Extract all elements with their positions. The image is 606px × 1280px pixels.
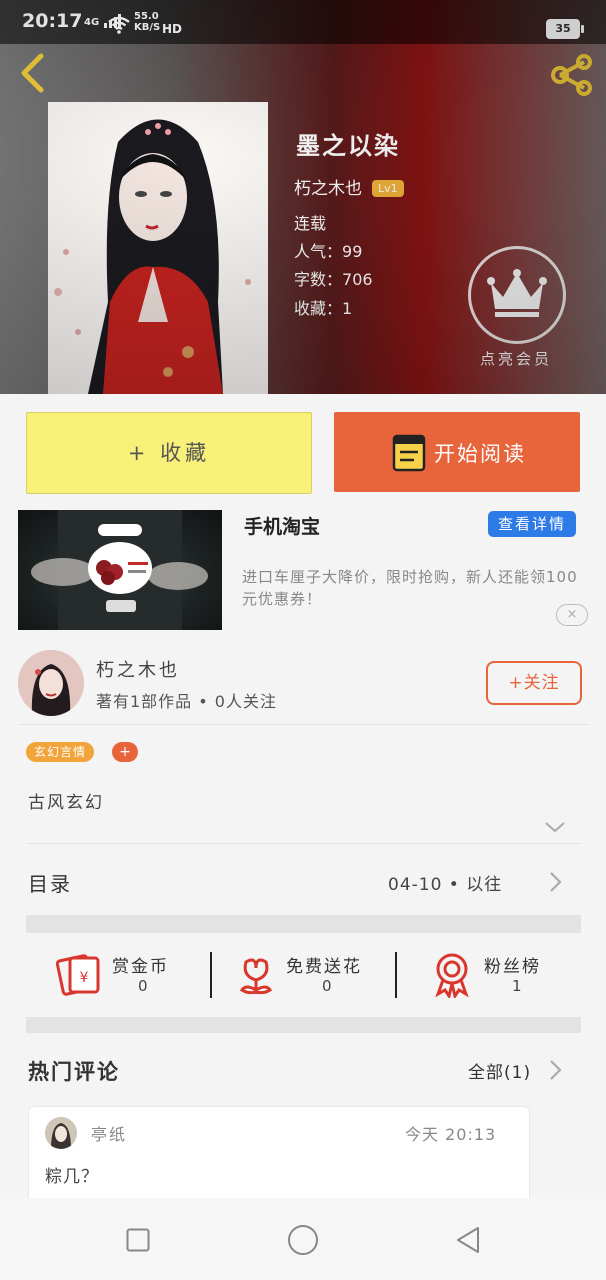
- toc-label[interactable]: 目录: [28, 868, 72, 897]
- author-avatar-image: [18, 650, 84, 716]
- reward-coins-stat[interactable]: ¥ 赏金币 0: [56, 952, 236, 1002]
- vip-button[interactable]: [468, 246, 566, 344]
- start-reading-button[interactable]: 开始阅读: [334, 412, 580, 492]
- level-badge: Lv1: [372, 180, 404, 197]
- status-bar: 20:17 4G 55.0 KB/S HD 35: [0, 0, 606, 44]
- back-icon[interactable]: [16, 52, 48, 94]
- share-icon[interactable]: [548, 54, 596, 96]
- comment-time: 今天 20:13: [405, 1125, 497, 1144]
- follow-button[interactable]: +关注: [486, 661, 582, 705]
- collections-stat: 收藏：1: [294, 295, 352, 319]
- commenter-avatar-image: [45, 1117, 77, 1149]
- vip-label[interactable]: 点亮会员: [480, 348, 552, 369]
- medal-icon: [435, 953, 469, 998]
- network-speed: 55.0 KB/S: [134, 11, 160, 33]
- book-icon: [392, 434, 426, 472]
- recent-apps-icon[interactable]: [126, 1228, 150, 1252]
- reward-coins-value: 0: [138, 977, 148, 995]
- book-header: 20:17 4G 55.0 KB/S HD 35 墨之以染 朽之木也 Lv1 连…: [0, 0, 606, 394]
- free-flower-label: 免费送花: [286, 957, 362, 977]
- chevron-down-icon[interactable]: [544, 820, 566, 834]
- collections-value: 1: [342, 299, 353, 318]
- ad-close-button[interactable]: ×: [556, 604, 588, 626]
- collections-label: 收藏：: [294, 299, 343, 318]
- ad-illustration: [31, 510, 208, 630]
- toc-date[interactable]: 04-10 • 以往: [388, 870, 502, 895]
- book-cover-illustration: [48, 102, 268, 394]
- wifi-icon: [108, 16, 130, 34]
- system-nav-bar: [0, 1198, 606, 1280]
- section-separator: [26, 915, 581, 933]
- ad-image[interactable]: [18, 510, 222, 630]
- book-title: 墨之以染: [296, 132, 400, 160]
- speed-unit: KB/S: [134, 22, 161, 33]
- ad-title[interactable]: 手机淘宝: [244, 512, 320, 539]
- fans-rank-label: 粉丝榜: [484, 957, 541, 977]
- commenter-avatar[interactable]: [45, 1117, 77, 1149]
- free-flower-value: 0: [322, 977, 332, 995]
- favorite-button[interactable]: + 收藏: [26, 412, 312, 494]
- stat-divider: [395, 952, 397, 998]
- comment-text: 粽几？: [45, 1167, 99, 1187]
- genre-tag[interactable]: 玄幻言情: [26, 742, 95, 762]
- ad-detail-button[interactable]: 查看详情: [488, 511, 576, 537]
- word-count-value: 706: [342, 270, 373, 289]
- popularity-value: 99: [342, 242, 363, 261]
- popularity-label: 人气：: [294, 242, 343, 261]
- section-separator: [26, 1017, 581, 1033]
- author-avatar[interactable]: [18, 650, 84, 716]
- status-time: 20:17: [22, 10, 83, 32]
- author-works-text: 著有1部作品 • 0人关注: [96, 692, 277, 711]
- ad-description[interactable]: 进口车厘子大降价，限时抢购，新人还能领100元优惠券！: [242, 566, 590, 610]
- word-count-label: 字数：: [294, 270, 343, 289]
- divider: [26, 843, 581, 844]
- chevron-right-icon[interactable]: [548, 1058, 564, 1082]
- popularity-stat: 人气：99: [294, 238, 362, 262]
- home-icon[interactable]: [287, 1224, 319, 1256]
- chevron-right-icon[interactable]: [548, 870, 564, 894]
- network-type: 4G: [84, 17, 100, 28]
- divider: [18, 724, 590, 725]
- author-name[interactable]: 朽之木也: [96, 656, 180, 682]
- flower-icon: [239, 958, 273, 995]
- book-cover[interactable]: [48, 102, 268, 394]
- fans-rank-stat[interactable]: 粉丝榜 1: [428, 952, 606, 1002]
- crown-icon: [487, 269, 547, 317]
- hot-comments-title: 热门评论: [28, 1060, 120, 1084]
- fans-rank-value: 1: [512, 977, 522, 995]
- book-author-line[interactable]: 朽之木也 Lv1: [294, 174, 404, 199]
- stat-divider: [210, 952, 212, 998]
- speed-value: 55.0: [134, 11, 159, 22]
- red-envelope-icon: ¥: [56, 954, 100, 996]
- battery-icon: 35: [546, 19, 584, 39]
- book-author-name[interactable]: 朽之木也: [294, 179, 362, 199]
- word-count-stat: 字数：706: [294, 266, 373, 290]
- genre-text: 古风玄幻: [28, 793, 104, 813]
- serial-status: 连载: [294, 214, 327, 233]
- svg-text:¥: ¥: [80, 970, 89, 986]
- add-tag-button[interactable]: +: [112, 742, 138, 762]
- all-comments-link[interactable]: 全部(1): [468, 1058, 531, 1083]
- back-nav-icon[interactable]: [454, 1226, 482, 1254]
- hd-indicator: HD: [162, 22, 183, 36]
- reward-coins-label: 赏金币: [112, 957, 169, 977]
- free-flower-stat[interactable]: 免费送花 0: [230, 952, 410, 1002]
- start-reading-label: 开始阅读: [434, 442, 526, 466]
- commenter-name[interactable]: 亭纸: [91, 1121, 127, 1145]
